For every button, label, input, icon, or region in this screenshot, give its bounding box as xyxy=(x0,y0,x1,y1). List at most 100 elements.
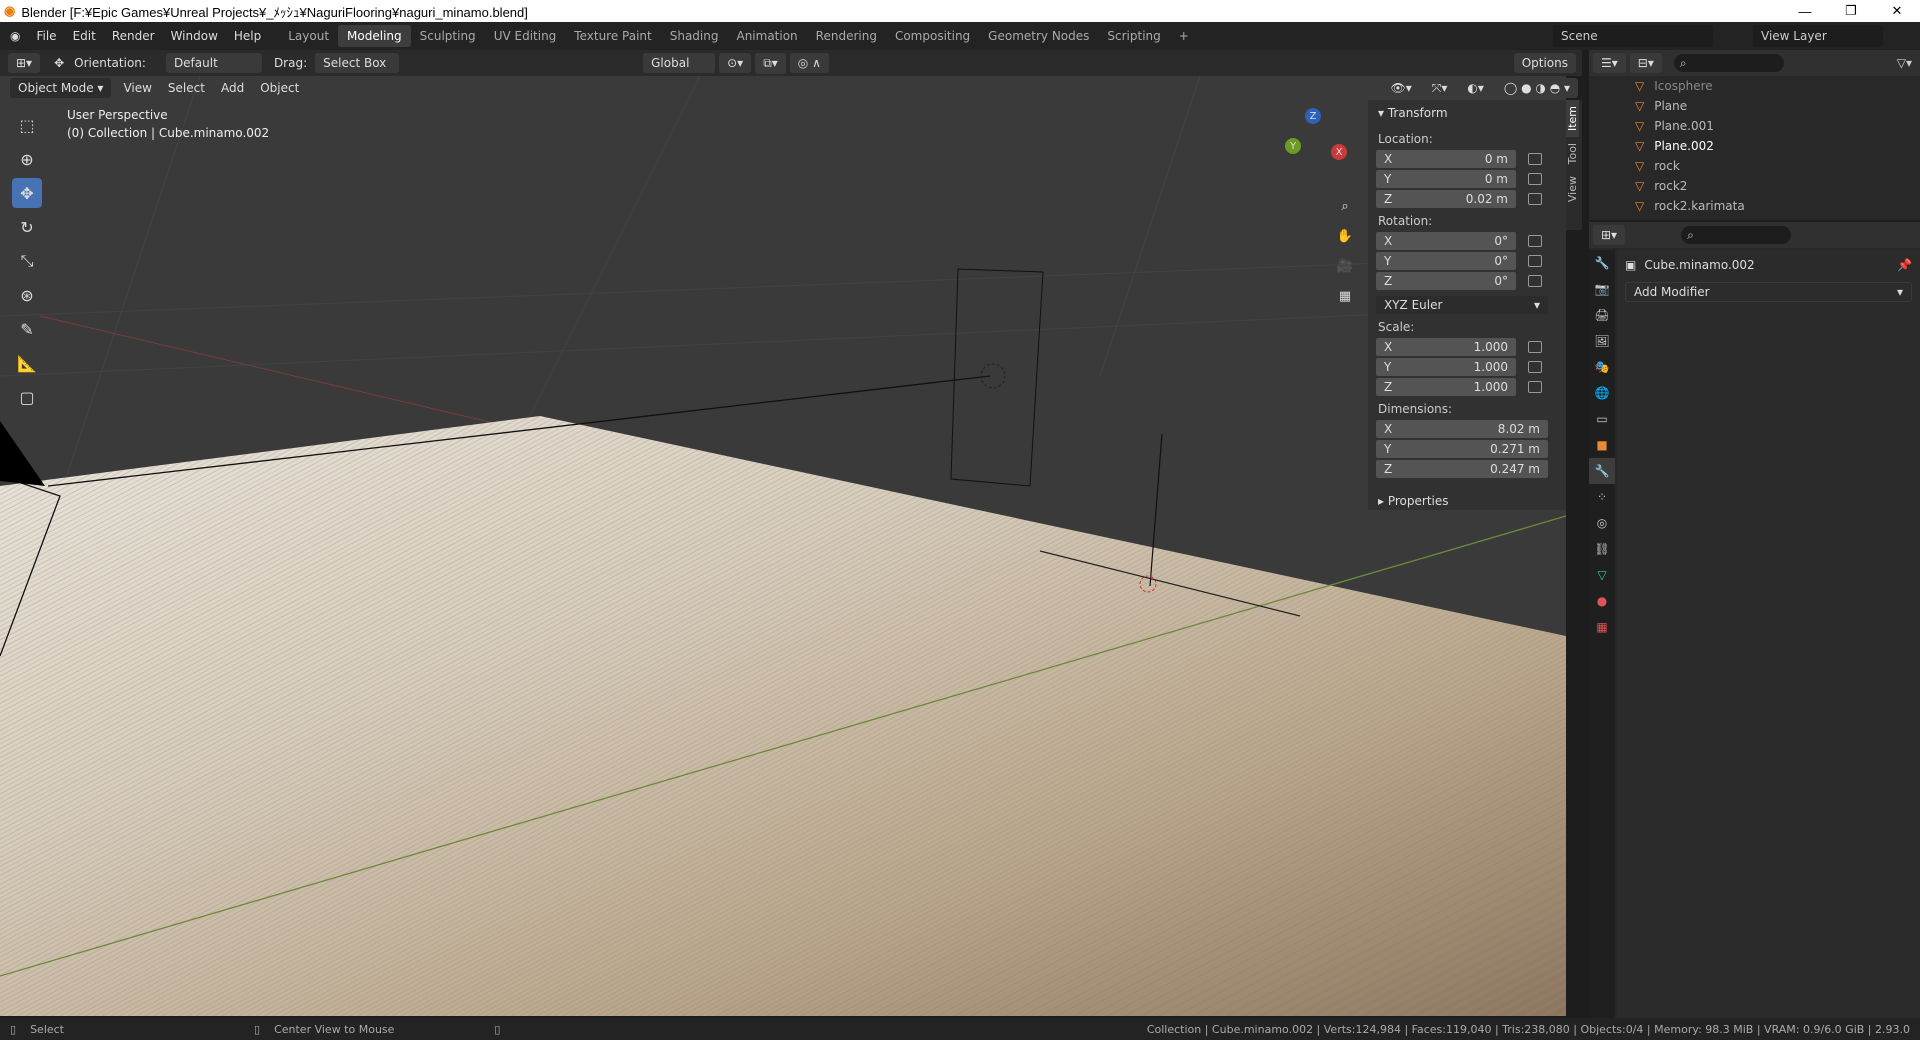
rotation-y-field[interactable]: Y 0° xyxy=(1376,252,1516,270)
outliner-item-icosphere[interactable]: ▽ Icosphere xyxy=(1589,76,1920,96)
editor-type-icon[interactable]: ⊞▾ xyxy=(8,53,41,73)
options-dropdown[interactable]: Options xyxy=(1513,53,1576,73)
lock-icon[interactable] xyxy=(1528,275,1542,287)
close-button[interactable]: ✕ xyxy=(1874,0,1920,22)
add-workspace-icon[interactable]: + xyxy=(1170,25,1198,47)
rotation-x-field[interactable]: X 0° xyxy=(1376,232,1516,250)
select-menu[interactable]: Select xyxy=(160,81,213,95)
location-z-field[interactable]: Z 0.02 m xyxy=(1376,190,1516,208)
tab-shading[interactable]: Shading xyxy=(661,25,728,47)
move-tool[interactable]: ✥ xyxy=(12,178,42,208)
transform-panel-header[interactable]: ▾ Transform xyxy=(1368,100,1566,126)
tab-tool[interactable]: Tool xyxy=(1566,137,1579,170)
scale-x-field[interactable]: X 1.000 xyxy=(1376,338,1516,356)
ortho-grid-icon[interactable]: ▦ xyxy=(1333,284,1357,308)
filter-icon[interactable]: ▽▾ xyxy=(1897,56,1912,70)
view-layer-tab-icon[interactable]: 🖼 xyxy=(1589,328,1615,354)
outliner-item-rock[interactable]: ▽ rock xyxy=(1589,156,1920,176)
scale-tool[interactable]: ⤡ xyxy=(12,246,42,276)
add-modifier-dropdown[interactable]: Add Modifier ▾ xyxy=(1625,282,1912,302)
3d-viewport[interactable]: User Perspective (0) Collection | Cube.m… xyxy=(0,76,1566,1016)
pan-hand-icon[interactable]: ✋ xyxy=(1333,224,1357,248)
tab-modeling[interactable]: Modeling xyxy=(338,25,411,47)
tab-sculpting[interactable]: Sculpting xyxy=(411,25,485,47)
modifier-tab-icon[interactable]: 🔧 xyxy=(1589,458,1615,484)
properties-editor-icon[interactable]: ⊞▾ xyxy=(1593,225,1626,245)
material-tab-icon[interactable]: ● xyxy=(1589,588,1615,614)
dimensions-x-field[interactable]: X 8.02 m xyxy=(1376,420,1548,438)
object-menu[interactable]: Object xyxy=(252,81,307,95)
pivot-icon[interactable]: ⊙▾ xyxy=(719,53,752,73)
tab-layout[interactable]: Layout xyxy=(279,25,338,47)
outliner-item-plane-002[interactable]: ▽ Plane.002 xyxy=(1589,136,1920,156)
outliner-item-plane-001[interactable]: ▽ Plane.001 xyxy=(1589,116,1920,136)
select-box-tool[interactable]: ⬚ xyxy=(12,110,42,140)
rotation-mode-dropdown[interactable]: XYZ Euler ▾ xyxy=(1376,296,1548,314)
tab-compositing[interactable]: Compositing xyxy=(886,25,979,47)
lock-icon[interactable] xyxy=(1528,361,1542,373)
particles-tab-icon[interactable]: ⁘ xyxy=(1589,484,1615,510)
gizmo-z-axis[interactable]: Z xyxy=(1305,108,1321,124)
scene-selector[interactable]: Scene xyxy=(1553,25,1713,47)
annotate-tool[interactable]: ✎ xyxy=(12,314,42,344)
outliner-item-rock2[interactable]: ▽ rock2 xyxy=(1589,176,1920,196)
menu-help[interactable]: Help xyxy=(226,29,269,43)
drag-dropdown[interactable]: Select Box xyxy=(315,53,400,73)
measure-tool[interactable]: 📐 xyxy=(12,348,42,378)
object-mode-dropdown[interactable]: Object Mode ▾ xyxy=(10,78,112,98)
location-y-field[interactable]: Y0 m xyxy=(1376,170,1516,188)
snap-icon[interactable]: ⧉▾ xyxy=(755,52,786,74)
output-tab-icon[interactable]: 🖨 xyxy=(1589,302,1615,328)
menu-render[interactable]: Render xyxy=(104,29,163,43)
lock-icon[interactable] xyxy=(1528,193,1542,205)
lock-icon[interactable] xyxy=(1528,341,1542,353)
camera-view-icon[interactable]: 🎥 xyxy=(1333,254,1357,278)
outliner-editor-icon[interactable]: ☰▾ xyxy=(1593,53,1626,73)
properties-panel-header[interactable]: ▸ Properties xyxy=(1368,488,1566,514)
tab-geometry-nodes[interactable]: Geometry Nodes xyxy=(979,25,1098,47)
transform-orientation-dropdown[interactable]: Global xyxy=(643,53,716,73)
object-tab-icon[interactable]: ■ xyxy=(1589,432,1615,458)
add-menu[interactable]: Add xyxy=(213,81,252,95)
display-mode-icon[interactable]: ⊟▾ xyxy=(1629,53,1662,73)
collection-tab-icon[interactable]: ▭ xyxy=(1589,406,1615,432)
pin-icon[interactable]: 📌 xyxy=(1897,258,1912,272)
transform-tool[interactable]: ⊛ xyxy=(12,280,42,310)
lock-icon[interactable] xyxy=(1528,381,1542,393)
physics-tab-icon[interactable]: ◎ xyxy=(1589,510,1615,536)
dimensions-z-field[interactable]: Z 0.247 m xyxy=(1376,460,1548,478)
minimize-button[interactable]: — xyxy=(1782,0,1828,22)
location-x-field[interactable]: X0 m xyxy=(1376,150,1516,168)
texture-tab-icon[interactable]: ▦ xyxy=(1589,614,1615,640)
blender-menu-icon[interactable]: ◉ xyxy=(10,29,20,43)
dimensions-y-field[interactable]: Y 0.271 m xyxy=(1376,440,1548,458)
lock-icon[interactable] xyxy=(1528,173,1542,185)
add-cube-tool[interactable]: ▢ xyxy=(12,382,42,412)
orientation-dropdown[interactable]: Default xyxy=(165,53,262,73)
gizmo-toggle-icon[interactable]: ⤧▾ xyxy=(1423,77,1456,99)
data-tab-icon[interactable]: ▽ xyxy=(1589,562,1615,588)
tab-texture-paint[interactable]: Texture Paint xyxy=(565,25,660,47)
maximize-button[interactable]: ❐ xyxy=(1828,0,1874,22)
lock-icon[interactable] xyxy=(1528,153,1542,165)
gizmo-y-axis[interactable]: Y xyxy=(1285,138,1301,154)
shading-modes-icon[interactable]: ◯ ● ◑ ◓ ▾ xyxy=(1495,78,1578,98)
lock-icon[interactable] xyxy=(1528,235,1542,247)
rotate-tool[interactable]: ↻ xyxy=(12,212,42,242)
tab-uv-editing[interactable]: UV Editing xyxy=(485,25,566,47)
tab-scripting[interactable]: Scripting xyxy=(1098,25,1169,47)
tab-animation[interactable]: Animation xyxy=(727,25,806,47)
view-layer-selector[interactable]: View Layer xyxy=(1753,25,1883,47)
scale-y-field[interactable]: Y 1.000 xyxy=(1376,358,1516,376)
overlay-icon[interactable]: ◐▾ xyxy=(1459,78,1492,98)
tab-item[interactable]: Item xyxy=(1566,100,1579,138)
outliner-item-rock2-karimata[interactable]: ▽ rock2.karimata xyxy=(1589,196,1920,216)
zoom-icon[interactable]: ⌕ xyxy=(1333,194,1357,218)
rotation-z-field[interactable]: Z 0° xyxy=(1376,272,1516,290)
tool-tab-icon[interactable]: 🔧 xyxy=(1589,250,1615,276)
visibility-icon[interactable]: 👁▾ xyxy=(1382,78,1420,98)
menu-file[interactable]: File xyxy=(28,29,64,43)
menu-window[interactable]: Window xyxy=(163,29,226,43)
constraints-tab-icon[interactable]: ⛓ xyxy=(1589,536,1615,562)
cursor-tool[interactable]: ⊕ xyxy=(12,144,42,174)
